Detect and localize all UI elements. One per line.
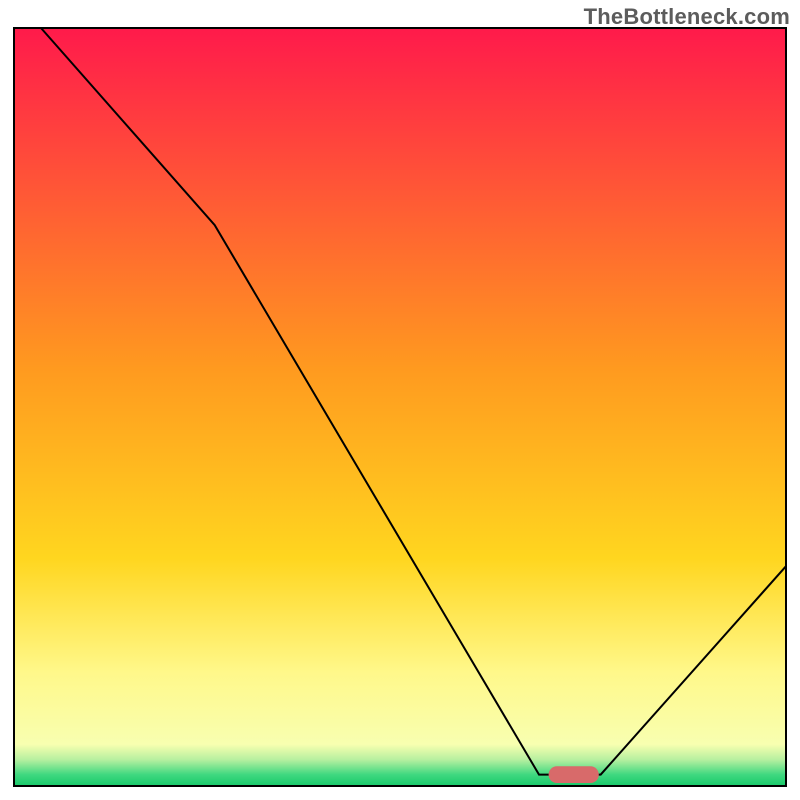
bottleneck-chart: TheBottleneck.com bbox=[0, 0, 800, 800]
chart-svg bbox=[0, 0, 800, 800]
watermark-text: TheBottleneck.com bbox=[584, 4, 790, 30]
plot-background bbox=[14, 28, 786, 786]
optimal-marker bbox=[549, 766, 599, 783]
plot-area bbox=[14, 28, 786, 786]
